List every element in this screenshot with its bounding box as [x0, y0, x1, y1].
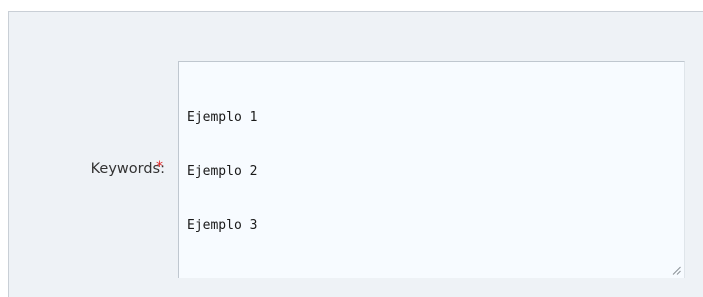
keyword-line: Ejemplo 3	[187, 218, 258, 233]
keywords-textarea[interactable]: Ejemplo 1 Ejemplo 2 Ejemplo 3	[178, 61, 685, 278]
keyword-line: Ejemplo 2	[187, 164, 258, 179]
keywords-label: Keywords:	[90, 161, 165, 177]
required-asterisk: *	[156, 159, 163, 175]
resize-grip-icon[interactable]	[672, 266, 681, 275]
keywords-textarea-content: Ejemplo 1 Ejemplo 2 Ejemplo 3	[179, 62, 684, 271]
keyword-line: Ejemplo 1	[187, 110, 258, 125]
form-panel: Keywords: * Ejemplo 1 Ejemplo 2 Ejemplo …	[8, 11, 703, 297]
